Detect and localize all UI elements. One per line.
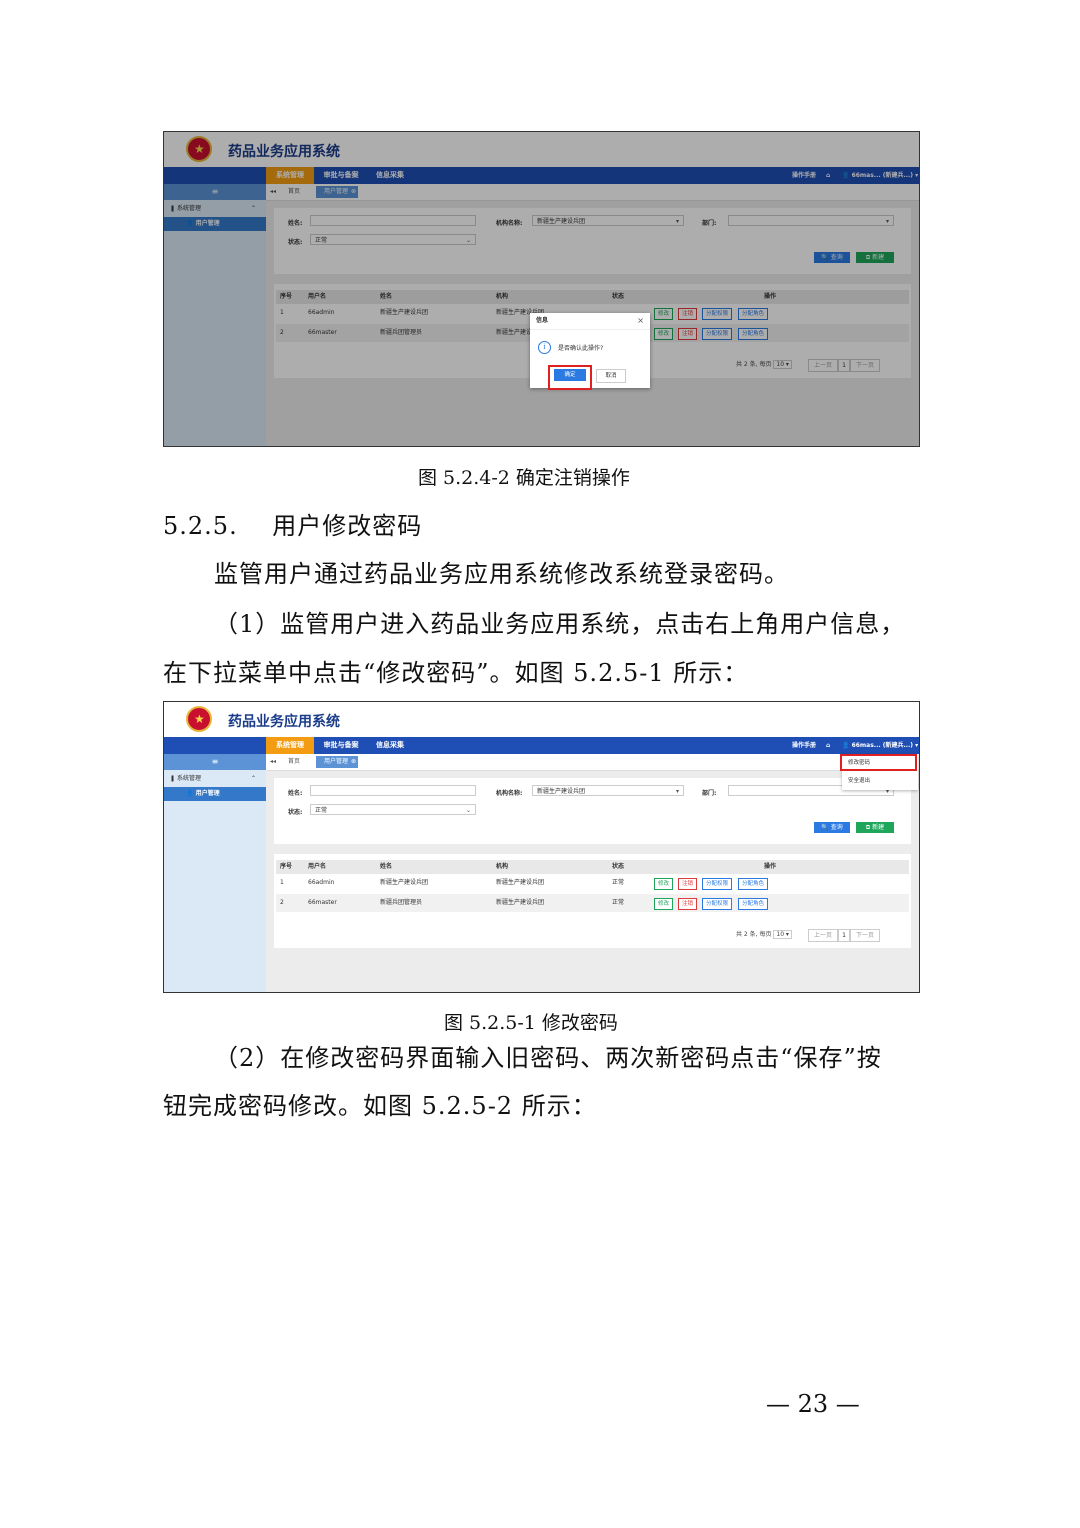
name-label: 姓名: bbox=[288, 790, 303, 797]
chevron-up-icon: ⌃ bbox=[250, 775, 256, 782]
chevron-down-icon: ⌄ bbox=[465, 807, 471, 814]
row-status: 正常 bbox=[612, 899, 625, 906]
user-table: 序号 用户名 姓名 机构 状态 操作 1 66admin 新疆生产建设兵团 新疆… bbox=[274, 854, 911, 948]
tab-user-management[interactable]: 用户管理 ⊗ bbox=[316, 756, 359, 768]
org-value: 新疆生产建设兵团 bbox=[537, 788, 586, 795]
home-icon[interactable]: ⌂ bbox=[826, 737, 830, 754]
screenshot-change-password: 药品业务应用系统 系统管理 审批与备案 信息采集 操作手册 ⌂ 👤 66mas.… bbox=[163, 701, 920, 993]
app-title: 药品业务应用系统 bbox=[228, 714, 340, 730]
close-icon[interactable]: ⊗ bbox=[351, 756, 356, 768]
row-org: 新疆生产建设兵团 bbox=[496, 899, 545, 906]
header-actions: 操作 bbox=[764, 863, 777, 870]
deactivate-button[interactable]: 注销 bbox=[678, 898, 698, 910]
assign-roles-button[interactable]: 分配角色 bbox=[738, 898, 769, 910]
status-label: 状态: bbox=[288, 809, 303, 816]
new-button[interactable]: ⧉ 新建 bbox=[856, 822, 894, 833]
info-icon: i bbox=[538, 341, 551, 354]
status-value: 正常 bbox=[315, 807, 328, 814]
cancel-button[interactable]: 取消 bbox=[596, 369, 626, 383]
sidebar-toggle[interactable]: ≡ bbox=[164, 754, 266, 770]
nav-system-management[interactable]: 系统管理 bbox=[266, 737, 314, 754]
paragraph-3-line-2: 钮完成密码修改。如图 5.2.5-2 所示： bbox=[163, 1092, 597, 1120]
sidebar-group-system[interactable]: ❚ 系统管理 ⌃ bbox=[164, 772, 266, 786]
section-heading: 5.2.5. 用户修改密码 bbox=[163, 512, 423, 540]
tab-label: 用户管理 bbox=[324, 758, 349, 765]
row-org: 新疆生产建设兵团 bbox=[496, 879, 545, 886]
header-name: 姓名 bbox=[380, 863, 393, 870]
deactivate-button[interactable]: 注销 bbox=[678, 878, 698, 890]
double-chevron-left-icon[interactable]: ◂◂ bbox=[270, 756, 276, 768]
org-select[interactable]: 新疆生产建设兵团 ▾ bbox=[532, 785, 684, 796]
highlight-box bbox=[840, 754, 917, 771]
sidebar-group-label: 系统管理 bbox=[176, 775, 201, 782]
assign-permissions-button[interactable]: 分配权限 bbox=[702, 878, 733, 890]
paragraph-1: 监管用户通过药品业务应用系统修改系统登录密码。 bbox=[214, 560, 789, 588]
header-username: 用户名 bbox=[308, 863, 327, 870]
page-number: — 23 — bbox=[766, 1390, 860, 1418]
national-emblem-icon bbox=[186, 706, 212, 732]
paragraph-3-line-1: （2）在修改密码界面输入旧密码、两次新密码点击“保存”按 bbox=[214, 1044, 882, 1072]
query-label: 查询 bbox=[830, 824, 843, 831]
row-status: 正常 bbox=[612, 879, 625, 886]
nav-info-collection[interactable]: 信息采集 bbox=[368, 737, 412, 754]
edit-button[interactable]: 修改 bbox=[654, 878, 674, 890]
modal-overlay bbox=[164, 132, 919, 446]
search-panel: 姓名: 机构名称: 新疆生产建设兵团 ▾ 部门: ▾ 状态: 正常 ⌄ 🔍 查询 ⧉… bbox=[274, 778, 911, 844]
table-header: 序号 用户名 姓名 机构 状态 操作 bbox=[276, 860, 909, 874]
dialog-message: 是否确认此操作? bbox=[558, 345, 604, 352]
page-1-button[interactable]: 1 bbox=[838, 929, 850, 942]
row-username: 66master bbox=[308, 899, 337, 906]
status-select[interactable]: 正常 ⌄ bbox=[310, 804, 476, 815]
page-size-select[interactable]: 10 ▾ bbox=[773, 930, 792, 939]
row-name: 新疆生产建设兵团 bbox=[380, 879, 429, 886]
paragraph-2-line-1: （1）监管用户进入药品业务应用系统，点击右上角用户信息， bbox=[214, 610, 906, 638]
row-no: 2 bbox=[280, 899, 284, 906]
sidebar-item-label: 用户管理 bbox=[195, 790, 220, 797]
header-status: 状态 bbox=[612, 863, 625, 870]
row-no: 1 bbox=[280, 879, 284, 886]
figure-caption-2: 图 5.2.5-1 修改密码 bbox=[444, 1012, 618, 1034]
user-menu[interactable]: 👤 66mas... (新建兵...) ▾ bbox=[842, 737, 918, 754]
table-row: 1 66admin 新疆生产建设兵团 新疆生产建设兵团 正常 修改 注销 分配权… bbox=[276, 874, 909, 892]
dialog-title: 信息 bbox=[530, 313, 650, 330]
screenshot-confirm-deactivate: 药品业务应用系统 系统管理 审批与备案 信息采集 操作手册 ⌂ 👤 66mas.… bbox=[163, 131, 920, 447]
query-button[interactable]: 🔍 查询 bbox=[814, 822, 850, 833]
app-header: 药品业务应用系统 bbox=[164, 702, 919, 737]
assign-roles-button[interactable]: 分配角色 bbox=[738, 878, 769, 890]
prev-page-button[interactable]: 上一页 bbox=[808, 929, 838, 942]
edit-button[interactable]: 修改 bbox=[654, 898, 674, 910]
org-label: 机构名称: bbox=[496, 790, 523, 797]
nav-approval-filing[interactable]: 审批与备案 bbox=[316, 737, 366, 754]
row-name: 新疆兵团管理员 bbox=[380, 899, 423, 906]
logout-item[interactable]: 安全退出 bbox=[842, 774, 918, 788]
manual-link[interactable]: 操作手册 bbox=[792, 737, 816, 754]
sidebar: ≡ ❚ 系统管理 ⌃ 👤 用户管理 bbox=[164, 754, 266, 992]
highlight-box bbox=[548, 365, 592, 390]
user-menu-label: 66mas... (新建兵...) ▾ bbox=[851, 742, 919, 749]
next-page-button[interactable]: 下一页 bbox=[850, 929, 880, 942]
table-row: 2 66master 新疆兵团管理员 新疆生产建设兵团 正常 修改 注销 分配权… bbox=[276, 894, 909, 912]
top-nav: 系统管理 审批与备案 信息采集 操作手册 ⌂ 👤 66mas... (新建兵..… bbox=[164, 737, 919, 754]
pager-summary: 共 2 条, 每页 10 ▾ bbox=[736, 929, 792, 940]
figure-caption-1: 图 5.2.4-2 确定注销操作 bbox=[418, 467, 630, 489]
name-input[interactable] bbox=[310, 785, 476, 796]
close-icon[interactable]: × bbox=[637, 313, 644, 329]
pager-text: 共 2 条, 每页 bbox=[736, 931, 772, 938]
tab-bar: ◂◂ 首页 用户管理 ⊗ bbox=[266, 754, 919, 771]
header-no: 序号 bbox=[280, 863, 293, 870]
header-org: 机构 bbox=[496, 863, 509, 870]
row-username: 66admin bbox=[308, 879, 335, 886]
dept-label: 部门: bbox=[702, 790, 717, 797]
tab-home[interactable]: 首页 bbox=[288, 756, 300, 768]
sidebar-item-users[interactable]: 👤 用户管理 bbox=[164, 787, 266, 801]
main-content: ◂◂ 首页 用户管理 ⊗ 姓名: 机构名称: 新疆生产建设兵团 ▾ 部门: ▾ 状态… bbox=[266, 754, 919, 992]
paragraph-2-line-2: 在下拉菜单中点击“修改密码”。如图 5.2.5-1 所示： bbox=[163, 659, 749, 687]
new-label: 新建 bbox=[872, 824, 885, 831]
assign-permissions-button[interactable]: 分配权限 bbox=[702, 898, 733, 910]
caret-down-icon: ▾ bbox=[675, 788, 679, 795]
